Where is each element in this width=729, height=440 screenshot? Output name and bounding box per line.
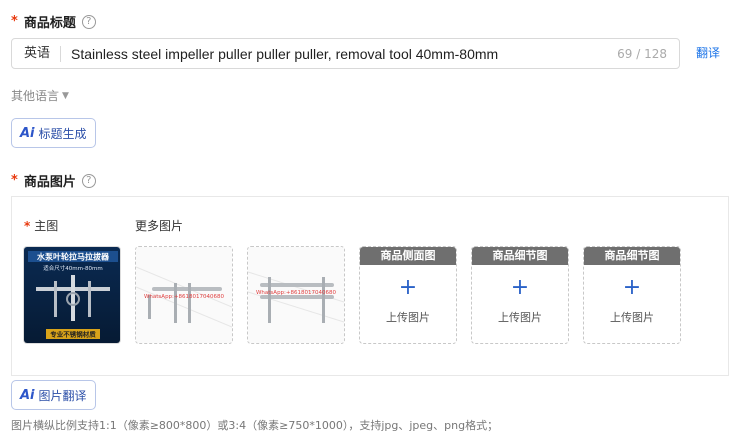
upload-slot-side-view[interactable]: 商品侧面图 + 上传图片	[359, 246, 457, 344]
upload-slot-heading: 商品细节图	[472, 247, 568, 265]
image-panel: * 主图 更多图片 水泵叶轮拉马拉拔器 适合尺寸40mm-80mm 专业不锈钢材质	[11, 196, 729, 376]
translate-link[interactable]: 翻译	[696, 44, 720, 61]
other-languages-toggle[interactable]: 其他语言 ▼	[11, 87, 69, 104]
upload-slot-detail-1[interactable]: 商品细节图 + 上传图片	[471, 246, 569, 344]
main-image[interactable]: 水泵叶轮拉马拉拔器 适合尺寸40mm-80mm 专业不锈钢材质	[23, 246, 121, 344]
upload-slot-detail-2[interactable]: 商品细节图 + 上传图片	[583, 246, 681, 344]
more-image-1[interactable]: WhatsApp:+8618017040680	[135, 246, 233, 344]
watermark-text: WhatsApp:+8618017040680	[144, 294, 225, 300]
plus-icon: +	[622, 275, 642, 300]
ai-title-generate-label: 标题生成	[38, 126, 87, 141]
product-images-label-text: 商品图片	[23, 175, 76, 190]
more-image-1-thumbnail: WhatsApp:+8618017040680	[136, 247, 232, 343]
more-images-label: 更多图片	[135, 219, 184, 233]
main-image-label: * 主图	[24, 217, 58, 234]
plus-icon: +	[398, 275, 418, 300]
product-title-label: * 商品标题 ?	[11, 12, 96, 31]
more-image-2-thumbnail: WhatsApp:+8618017040680	[248, 247, 344, 343]
upload-slot-label: 上传图片	[386, 311, 430, 324]
main-image-caption: 水泵叶轮拉马拉拔器	[36, 252, 110, 262]
main-image-thumbnail: 水泵叶轮拉马拉拔器 适合尺寸40mm-80mm 专业不锈钢材质	[24, 247, 120, 343]
main-image-badge-text: 专业不锈钢材质	[50, 330, 96, 339]
upload-slot-heading: 商品细节图	[584, 247, 680, 265]
image-format-hint: 图片横纵比例支持1:1（像素≥800*800）或3:4（像素≥750*1000）…	[11, 419, 499, 432]
product-title-value[interactable]: Stainless steel impeller puller puller p…	[71, 46, 609, 62]
upload-slot-label: 上传图片	[610, 311, 654, 324]
required-marker: *	[11, 14, 18, 29]
ai-image-translate-button[interactable]: Ai 图片翻译	[11, 380, 96, 410]
help-icon[interactable]: ?	[81, 14, 96, 29]
plus-icon: +	[510, 275, 530, 300]
help-icon[interactable]: ?	[81, 173, 96, 188]
main-image-label-text: 主图	[34, 219, 59, 233]
other-languages-label: 其他语言	[11, 89, 60, 103]
watermark-text: WhatsApp:+8618017040680	[256, 290, 337, 296]
main-image-size-text: 适合尺寸40mm-80mm	[43, 264, 102, 272]
chevron-down-icon: ▼	[62, 90, 69, 101]
upload-slot-heading: 商品侧面图	[360, 247, 456, 265]
char-count: 69 / 128	[617, 46, 667, 61]
ai-image-translate-label: 图片翻译	[38, 388, 87, 403]
required-marker: *	[11, 173, 18, 188]
ai-icon: Ai	[20, 387, 35, 403]
ai-icon: Ai	[20, 125, 35, 141]
product-title-label-text: 商品标题	[23, 16, 76, 31]
required-marker: *	[24, 219, 31, 233]
language-tag: 英语	[24, 45, 62, 62]
product-title-input[interactable]: 英语 Stainless steel impeller puller pulle…	[11, 38, 680, 69]
ai-title-generate-button[interactable]: Ai 标题生成	[11, 118, 96, 148]
more-image-2[interactable]: WhatsApp:+8618017040680	[247, 246, 345, 344]
upload-slot-label: 上传图片	[498, 311, 542, 324]
product-images-label: * 商品图片 ?	[11, 171, 96, 190]
